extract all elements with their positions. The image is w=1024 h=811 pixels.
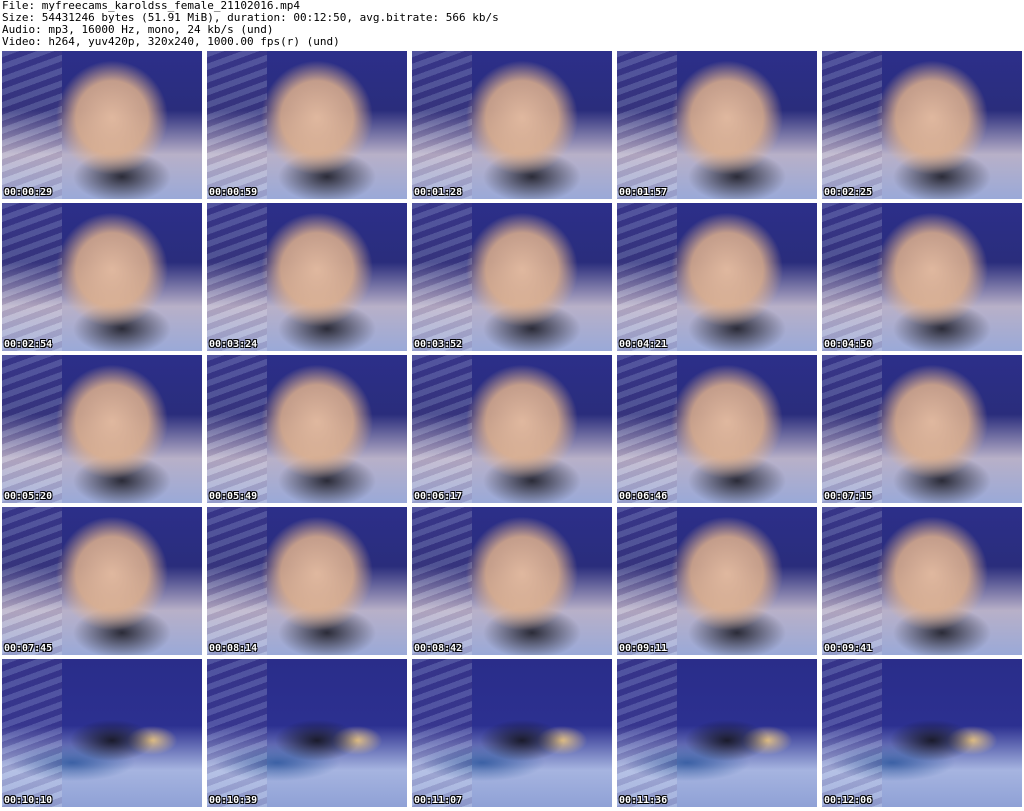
timestamp: 00:02:25 (824, 187, 873, 198)
thumbnail: 00:05:20 (2, 355, 202, 503)
thumbnail-grid: 00:00:29 00:00:59 00:01:28 00:01:57 00:0… (2, 51, 1022, 809)
timestamp: 00:01:57 (619, 187, 668, 198)
timestamp: 00:03:24 (209, 339, 258, 350)
thumbnail: 00:07:15 (822, 355, 1022, 503)
timestamp: 00:12:06 (824, 795, 873, 806)
thumbnail: 00:09:11 (617, 507, 817, 655)
thumbnail: 00:01:57 (617, 51, 817, 199)
timestamp: 00:10:10 (4, 795, 53, 806)
thumbnail: 00:12:06 (822, 659, 1022, 807)
thumbnail: 00:11:07 (412, 659, 612, 807)
thumbnail: 00:10:39 (207, 659, 407, 807)
thumbnail: 00:00:29 (2, 51, 202, 199)
file-name: File: myfreecams_karoldss_female_2110201… (2, 0, 301, 12)
thumbnail: 00:02:54 (2, 203, 202, 351)
thumbnail: 00:10:10 (2, 659, 202, 807)
thumbnail: 00:03:52 (412, 203, 612, 351)
thumbnail: 00:08:42 (412, 507, 612, 655)
timestamp: 00:06:17 (414, 491, 463, 502)
timestamp: 00:03:52 (414, 339, 463, 350)
timestamp: 00:06:46 (619, 491, 668, 502)
timestamp: 00:08:42 (414, 643, 463, 654)
timestamp: 00:11:36 (619, 795, 668, 806)
thumbnail: 00:07:45 (2, 507, 202, 655)
video-info: Video: h264, yuv420p, 320x240, 1000.00 f… (2, 36, 340, 48)
timestamp: 00:11:07 (414, 795, 463, 806)
audio-info: Audio: mp3, 16000 Hz, mono, 24 kb/s (und… (2, 24, 274, 36)
thumbnail: 00:04:50 (822, 203, 1022, 351)
timestamp: 00:04:50 (824, 339, 873, 350)
thumbnail: 00:03:24 (207, 203, 407, 351)
timestamp: 00:09:41 (824, 643, 873, 654)
timestamp: 00:02:54 (4, 339, 53, 350)
timestamp: 00:07:45 (4, 643, 53, 654)
thumbnail: 00:05:49 (207, 355, 407, 503)
timestamp: 00:00:29 (4, 187, 53, 198)
thumbnail: 00:02:25 (822, 51, 1022, 199)
file-size-duration: Size: 54431246 bytes (51.91 MiB), durati… (2, 12, 499, 24)
timestamp: 00:10:39 (209, 795, 258, 806)
timestamp: 00:05:20 (4, 491, 53, 502)
thumbnail: 00:04:21 (617, 203, 817, 351)
timestamp: 00:04:21 (619, 339, 668, 350)
thumbnail: 00:06:46 (617, 355, 817, 503)
video-info-header: File: myfreecams_karoldss_female_2110201… (2, 0, 1022, 50)
thumbnail: 00:00:59 (207, 51, 407, 199)
timestamp: 00:05:49 (209, 491, 258, 502)
thumbnail: 00:09:41 (822, 507, 1022, 655)
thumbnail: 00:08:14 (207, 507, 407, 655)
timestamp: 00:00:59 (209, 187, 258, 198)
thumbnail: 00:06:17 (412, 355, 612, 503)
timestamp: 00:09:11 (619, 643, 668, 654)
thumbnail: 00:01:28 (412, 51, 612, 199)
thumbnail: 00:11:36 (617, 659, 817, 807)
timestamp: 00:07:15 (824, 491, 873, 502)
timestamp: 00:08:14 (209, 643, 258, 654)
timestamp: 00:01:28 (414, 187, 463, 198)
